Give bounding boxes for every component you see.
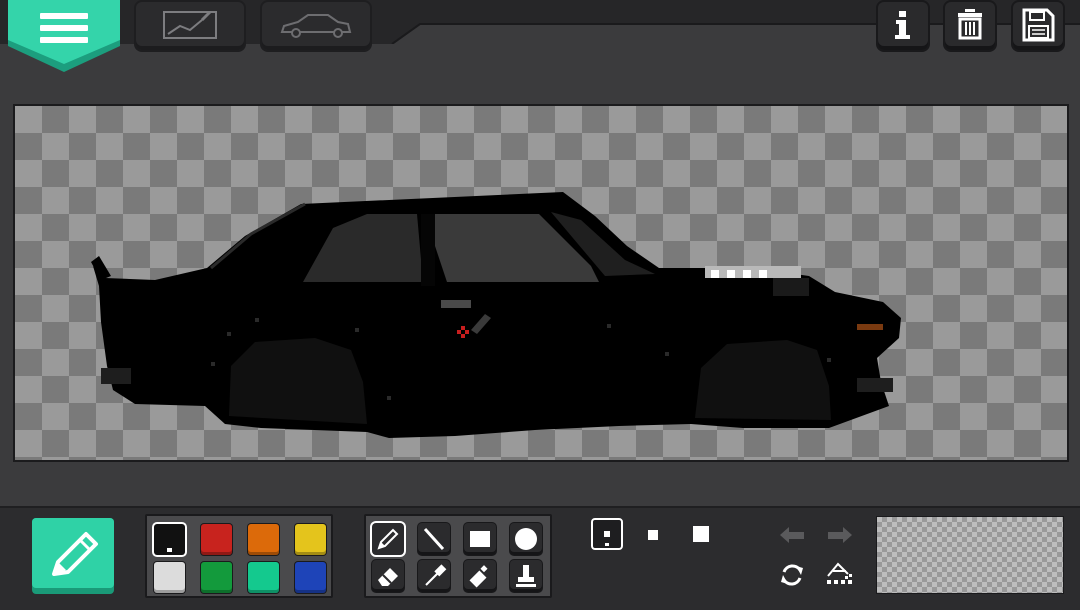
eraser-icon [378, 568, 398, 586]
tool-palette [364, 514, 552, 598]
paint-bucket-icon [827, 562, 852, 584]
brush-size-small[interactable] [591, 518, 623, 554]
info-button[interactable] [878, 2, 928, 50]
color-swatch-teal[interactable] [248, 562, 279, 593]
drawing-canvas[interactable] [15, 106, 1067, 460]
pencil-tool[interactable] [372, 523, 404, 555]
selected-indicator-icon [167, 548, 172, 552]
color-swatch-blue[interactable] [295, 562, 326, 593]
top-bar [0, 0, 1080, 72]
eyedropper-tool[interactable] [418, 560, 450, 592]
delete-button[interactable] [945, 2, 995, 50]
trash-icon [958, 9, 982, 40]
bottom-toolbar [0, 506, 1080, 610]
tab-drawing[interactable] [136, 2, 244, 50]
rectangle-tool[interactable] [464, 523, 496, 555]
menu-button[interactable] [8, 0, 120, 72]
line-icon [423, 527, 445, 551]
color-swatch-black[interactable] [154, 524, 185, 555]
redo-arrow-icon [828, 527, 852, 543]
sketch-canvas-icon [163, 10, 217, 39]
color-swatch-yellow[interactable] [295, 524, 326, 555]
color-swatch-green[interactable] [201, 562, 232, 593]
rotate-button[interactable] [776, 560, 808, 594]
brush-size-large[interactable] [692, 525, 710, 547]
car-sprite [91, 192, 901, 438]
pencil-icon [377, 528, 399, 550]
undo-button[interactable] [776, 522, 808, 552]
hamburger-menu-icon [40, 13, 88, 43]
color-swatch-orange[interactable] [248, 524, 279, 555]
car-outline-icon [280, 14, 352, 38]
brush-size-medium[interactable] [646, 527, 660, 546]
floppy-disk-icon [1022, 8, 1055, 42]
line-tool[interactable] [418, 523, 450, 555]
tab-car[interactable] [262, 2, 370, 50]
circle-icon [515, 528, 537, 550]
stamp-tool[interactable] [510, 560, 542, 592]
active-tool-button[interactable] [32, 518, 114, 594]
redo-button[interactable] [824, 522, 856, 552]
undo-arrow-icon [780, 527, 804, 543]
save-button[interactable] [1013, 2, 1063, 50]
rotate-icon [781, 564, 803, 586]
stamp-icon [516, 565, 536, 587]
color-swatch-red[interactable] [201, 524, 232, 555]
color-palette [145, 514, 333, 598]
drawing-canvas-frame [13, 104, 1069, 462]
eraser-tool[interactable] [372, 560, 404, 592]
spray-tool[interactable] [464, 560, 496, 592]
info-icon [895, 11, 910, 39]
eyedropper-icon [425, 564, 447, 586]
circle-tool[interactable] [510, 523, 542, 555]
fill-button[interactable] [822, 558, 856, 594]
color-swatch-white[interactable] [154, 562, 185, 593]
spray-can-icon [469, 565, 488, 588]
canvas-preview-thumbnail[interactable] [876, 516, 1064, 594]
rectangle-icon [470, 531, 490, 547]
